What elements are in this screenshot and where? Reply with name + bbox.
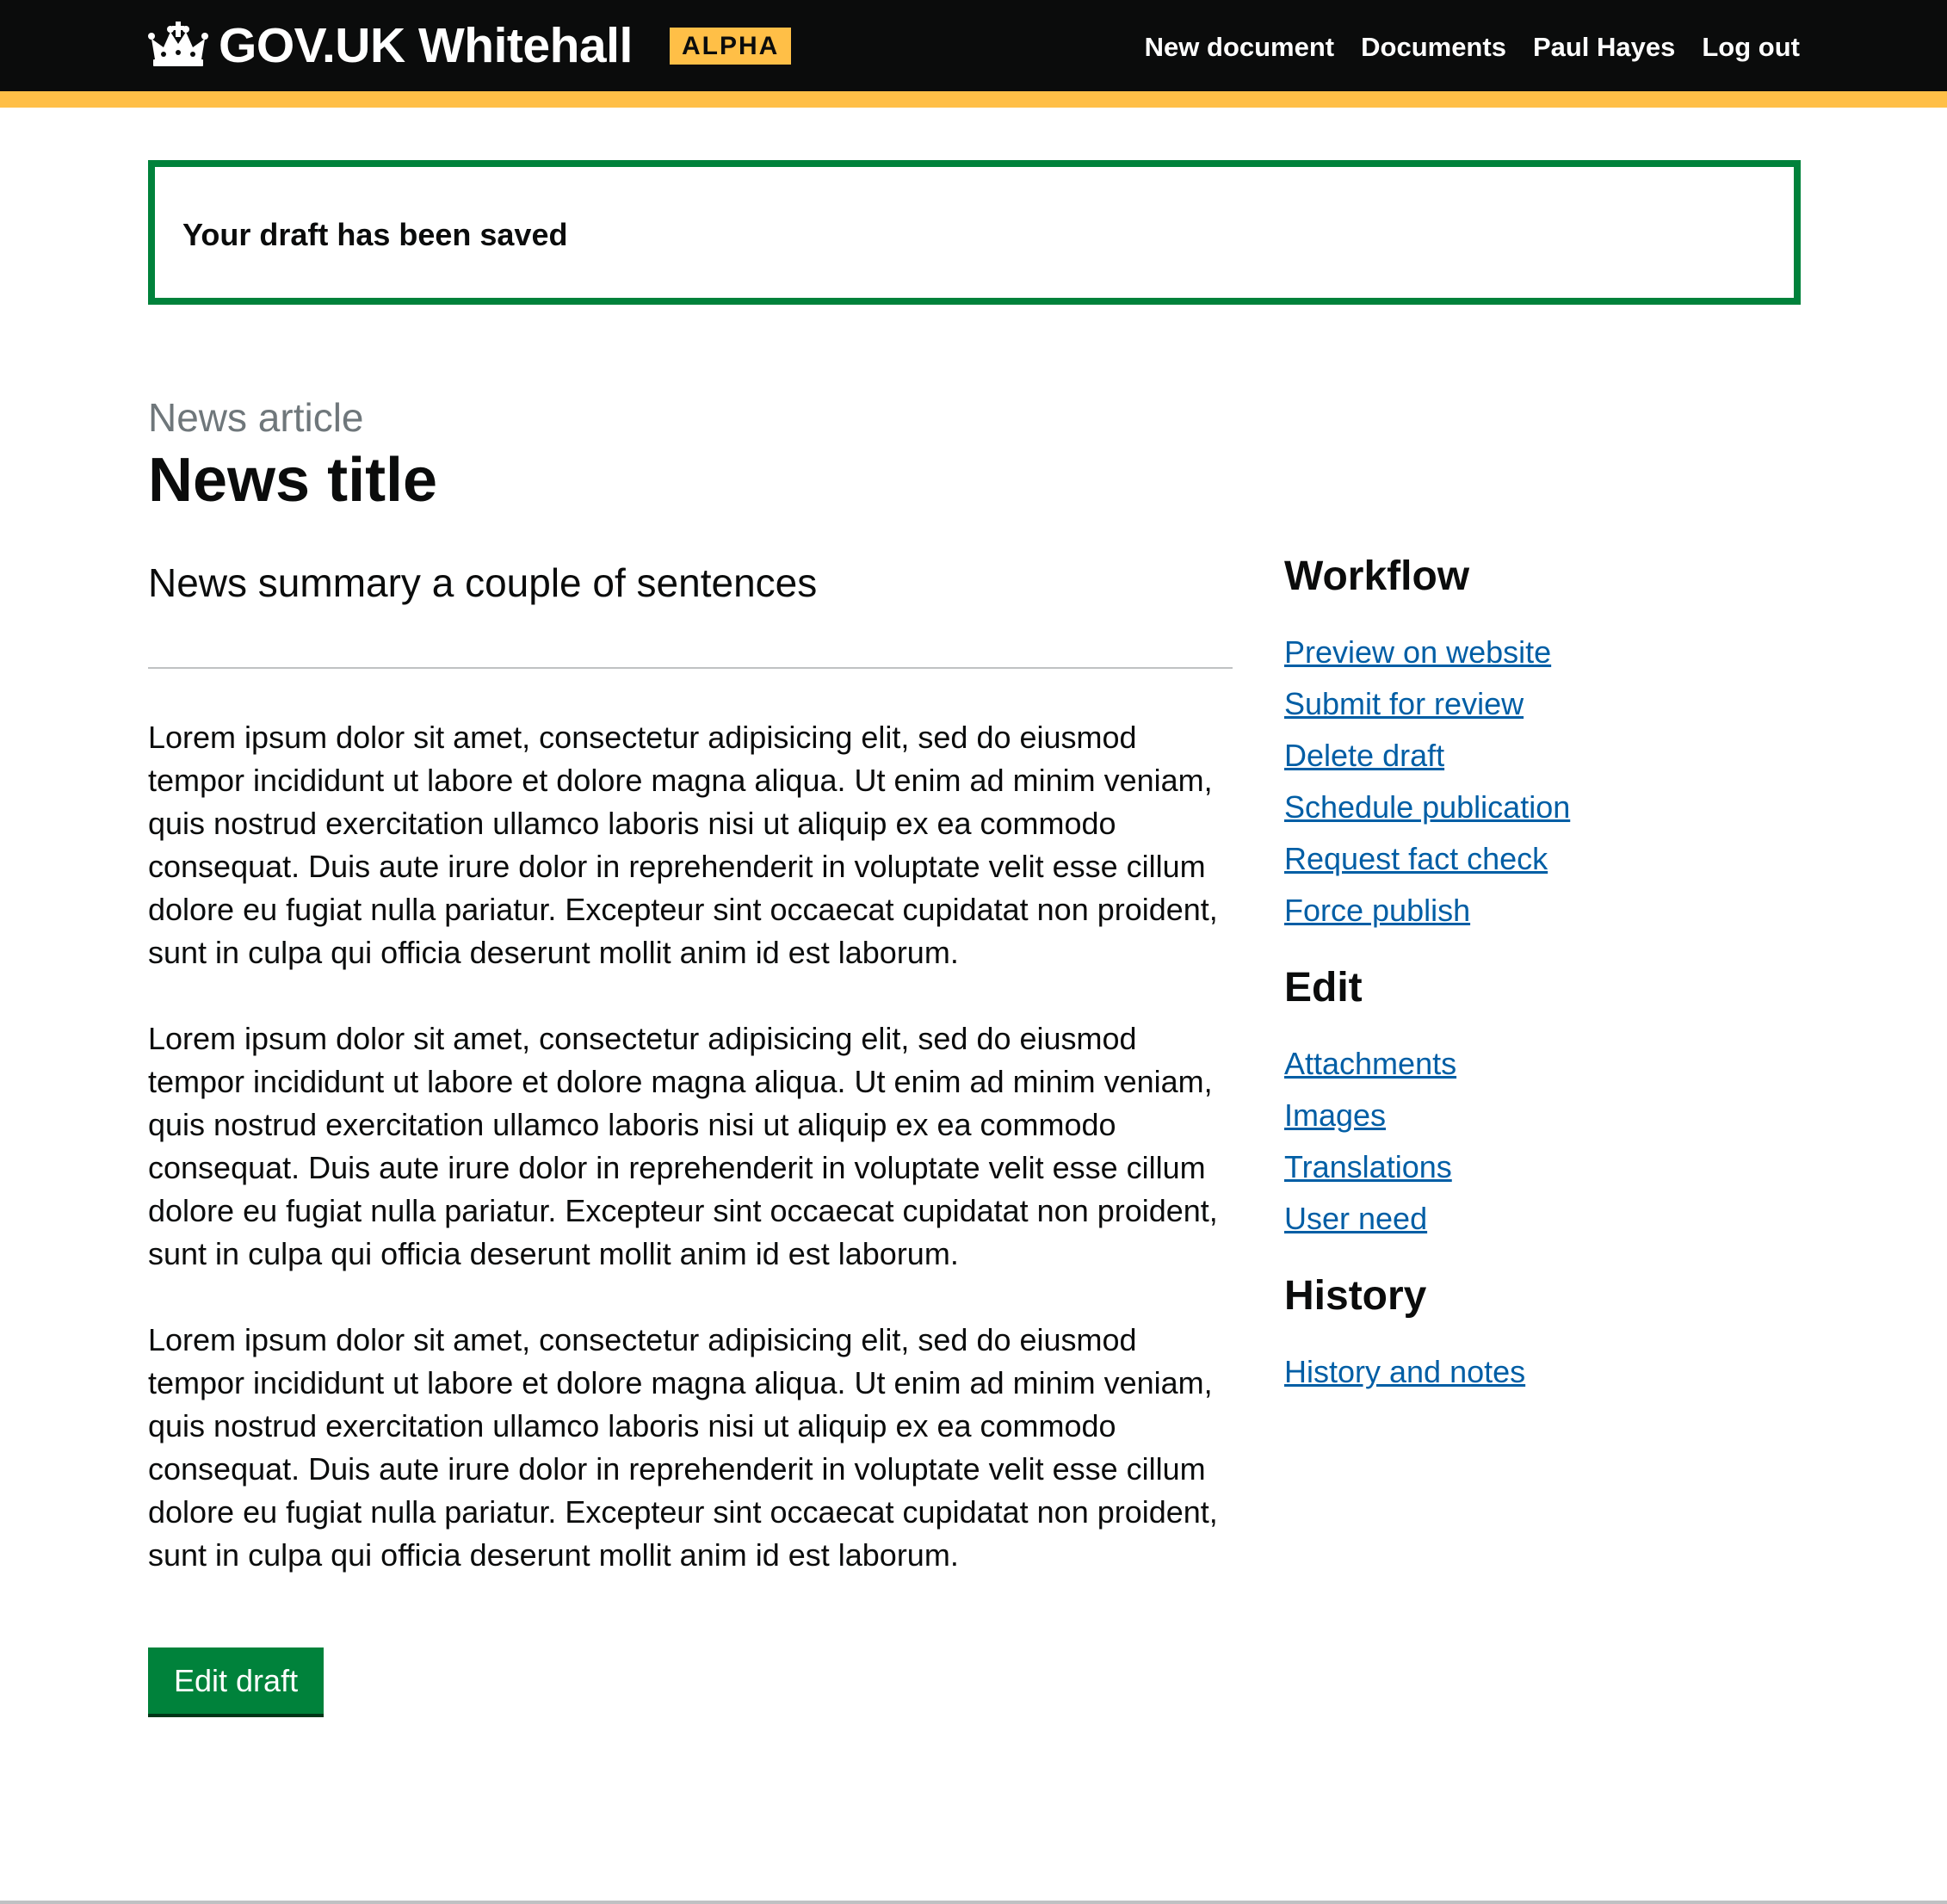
edit-heading: Edit: [1284, 965, 1363, 1011]
workflow-section: Workflow Preview on website Submit for r…: [1284, 551, 1801, 941]
attachments-link[interactable]: Attachments: [1284, 1046, 1456, 1081]
workflow-links: Preview on website Submit for review Del…: [1284, 631, 1801, 941]
edit-draft-button[interactable]: Edit draft: [148, 1647, 324, 1714]
schedule-publication-link[interactable]: Schedule publication: [1284, 789, 1570, 825]
page-title: News title: [148, 446, 438, 515]
body-paragraph: Lorem ipsum dolor sit amet, consectetur …: [148, 1322, 1218, 1573]
divider: [148, 667, 1233, 669]
body-paragraph: Lorem ipsum dolor sit amet, consectetur …: [148, 720, 1218, 970]
document-type-caption: News article: [148, 395, 364, 440]
crown-icon: [148, 22, 208, 66]
document-summary: News summary a couple of sentences: [148, 560, 818, 605]
footer-border: [0, 1901, 1947, 1904]
success-notice: Your draft has been saved: [148, 160, 1801, 305]
history-heading: History: [1284, 1273, 1427, 1319]
sidebar: Workflow Preview on website Submit for r…: [1284, 551, 1801, 1402]
preview-on-website-link[interactable]: Preview on website: [1284, 634, 1551, 670]
header-stripe: [0, 91, 1947, 108]
phase-tag: ALPHA: [670, 28, 792, 65]
request-fact-check-link[interactable]: Request fact check: [1284, 841, 1548, 876]
body-paragraph: Lorem ipsum dolor sit amet, consectetur …: [148, 1021, 1218, 1271]
logo-text: GOV.UK Whitehall: [219, 18, 633, 73]
history-section: History History and notes: [1284, 1270, 1801, 1402]
translations-link[interactable]: Translations: [1284, 1149, 1452, 1184]
edit-links: Attachments Images Translations User nee…: [1284, 1042, 1801, 1249]
nav-documents[interactable]: Documents: [1361, 26, 1506, 69]
site-logo[interactable]: GOV.UK Whitehall: [148, 17, 633, 74]
nav-user-profile[interactable]: Paul Hayes: [1533, 26, 1675, 69]
force-publish-link[interactable]: Force publish: [1284, 893, 1470, 928]
document-body: Lorem ipsum dolor sit amet, consectetur …: [148, 716, 1237, 1620]
user-need-link[interactable]: User need: [1284, 1201, 1427, 1236]
history-links: History and notes: [1284, 1351, 1801, 1402]
site-header: GOV.UK Whitehall ALPHA New document Docu…: [0, 0, 1947, 91]
nav-log-out[interactable]: Log out: [1702, 26, 1800, 69]
history-and-notes-link[interactable]: History and notes: [1284, 1354, 1525, 1389]
edit-section: Edit Attachments Images Translations Use…: [1284, 962, 1801, 1249]
notice-message: Your draft has been saved: [182, 217, 568, 252]
nav-new-document[interactable]: New document: [1145, 26, 1334, 69]
delete-draft-link[interactable]: Delete draft: [1284, 738, 1444, 773]
workflow-heading: Workflow: [1284, 553, 1470, 599]
header-nav: New document Documents Paul Hayes Log ou…: [1145, 26, 1800, 69]
submit-for-review-link[interactable]: Submit for review: [1284, 686, 1524, 721]
images-link[interactable]: Images: [1284, 1097, 1386, 1133]
